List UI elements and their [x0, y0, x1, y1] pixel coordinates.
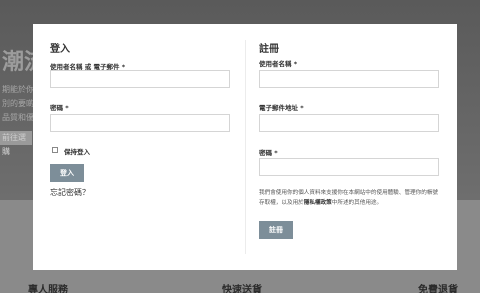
hero-shop-button[interactable]: 前往選購: [0, 131, 32, 156]
register-form: 註冊 使用者名稱 * 電子郵件地址 * 密碼 * 我們會使用你的個人資料來支援你…: [245, 24, 457, 270]
privacy-policy-link[interactable]: 隱私權政策: [304, 200, 332, 206]
login-password-input[interactable]: [50, 114, 230, 132]
hero-text-line: 別的要啲: [2, 99, 34, 108]
hero-text-line: 品質和優: [2, 113, 34, 122]
register-password-input[interactable]: [259, 158, 439, 176]
account-modal: 登入 使用者名稱 或 電子郵件 * 密碼 * 保持登入 登入 忘記密碼？ 註冊 …: [33, 24, 457, 270]
register-button[interactable]: 註冊: [259, 221, 293, 239]
remember-me-checkbox[interactable]: [52, 147, 58, 153]
service-item: 免費退貨: [418, 285, 458, 293]
privacy-text: 中所述的其他用途。: [331, 200, 383, 206]
register-password-label: 密碼 *: [259, 149, 278, 157]
lost-password-link[interactable]: 忘記密碼？: [50, 187, 90, 198]
register-username-input[interactable]: [259, 70, 439, 88]
register-heading: 註冊: [259, 44, 279, 55]
login-button[interactable]: 登入: [50, 164, 84, 182]
service-item: 快速送貨: [222, 285, 262, 293]
login-password-label: 密碼 *: [50, 104, 69, 112]
login-username-input[interactable]: [50, 70, 230, 88]
register-email-input[interactable]: [259, 114, 439, 132]
register-email-label: 電子郵件地址 *: [259, 104, 304, 112]
remember-me-label: 保持登入: [64, 148, 90, 156]
login-heading: 登入: [50, 44, 70, 55]
privacy-notice: 我們會使用你的個人資料來支援你在本網站中的使用體驗、管理你的帳號存取權，以及用於…: [259, 188, 439, 208]
register-username-label: 使用者名稱 *: [259, 60, 298, 68]
login-form: 登入 使用者名稱 或 電子郵件 * 密碼 * 保持登入 登入 忘記密碼？: [33, 24, 245, 270]
service-item: 專人服務: [28, 285, 68, 293]
